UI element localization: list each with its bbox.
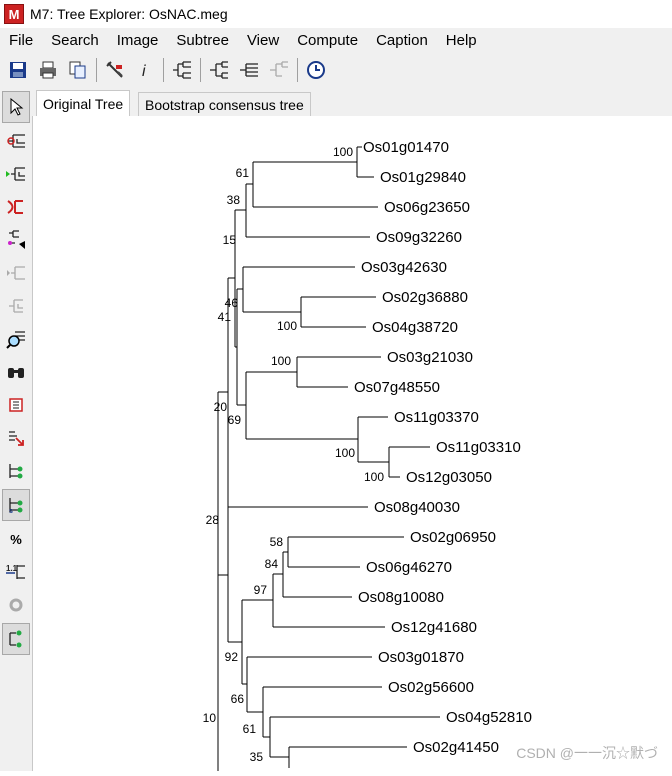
taxon-label[interactable]: Os12g41680	[391, 619, 477, 636]
tree-tabs: Original Tree Bootstrap consensus tree	[32, 88, 672, 117]
collapse-icon-disabled[interactable]	[2, 291, 30, 321]
bootstrap-value: 84	[265, 557, 279, 571]
bootstrap-value: 38	[227, 193, 241, 207]
bootstrap-value: 58	[270, 535, 284, 549]
branch-node-icon[interactable]	[2, 456, 30, 486]
taxon-label[interactable]: Os03g21030	[387, 349, 473, 366]
taxon-label[interactable]: Os11g03310	[436, 439, 521, 456]
taxon-label[interactable]: Os12g03050	[406, 469, 492, 486]
menu-search[interactable]: Search	[42, 32, 108, 49]
taxon-label[interactable]: Os11g03370	[394, 409, 479, 426]
branch-length-icon[interactable]: s	[2, 489, 30, 521]
print-icon[interactable]	[36, 58, 60, 82]
taxon-label[interactable]: Os04g38720	[372, 319, 458, 336]
options-icon[interactable]	[103, 58, 127, 82]
bootstrap-value: 100	[277, 319, 297, 333]
bootstrap-value: 100	[364, 470, 384, 484]
taxon-label[interactable]: Os03g01870	[378, 649, 464, 666]
scale-bar-button[interactable]: 1.1	[2, 557, 30, 587]
taxon-label[interactable]: Os02g36880	[382, 289, 468, 306]
title-bar: M M7: Tree Explorer: OsNAC.meg	[0, 0, 672, 28]
tab-original-tree[interactable]: Original Tree	[36, 90, 131, 117]
bootstrap-value: 41	[218, 310, 232, 324]
tree-layout-icon[interactable]	[170, 58, 194, 82]
bootstrap-value: 46	[225, 296, 239, 310]
menu-help[interactable]: Help	[437, 32, 486, 49]
straight-tree-icon[interactable]	[237, 58, 261, 82]
gear-tree-icon-disabled[interactable]	[2, 590, 30, 620]
svg-text:s: s	[9, 508, 13, 515]
taxon-label[interactable]: Os02g41450	[413, 739, 499, 756]
taxon-label[interactable]: Os01g29840	[380, 169, 466, 186]
bootstrap-value: 100	[335, 446, 355, 460]
bootstrap-value: 92	[225, 650, 239, 664]
zoom-subtree-icon[interactable]	[2, 324, 30, 354]
left-tool-sidebar: s % 1.1	[0, 88, 33, 771]
toolbar-separator	[200, 58, 201, 82]
taxon-label[interactable]: Os02g06950	[410, 529, 496, 546]
svg-text:i: i	[142, 63, 146, 80]
branch-style-icon[interactable]	[2, 623, 30, 655]
menu-subtree[interactable]: Subtree	[167, 32, 238, 49]
toolbar-separator	[297, 58, 298, 82]
menu-compute[interactable]: Compute	[288, 32, 367, 49]
percent-bootstrap-button[interactable]: %	[2, 524, 30, 554]
bootstrap-value: 100	[333, 145, 353, 159]
tree-canvas[interactable]: Os01g01470 Os01g29840 Os06g23650 Os09g32260…	[34, 116, 672, 771]
scale-label: 1.1	[6, 564, 18, 573]
tab-bootstrap-consensus-tree[interactable]: Bootstrap consensus tree	[138, 92, 311, 117]
copy-icon[interactable]	[66, 58, 90, 82]
taxon-label[interactable]: Os08g10080	[358, 589, 444, 606]
flip-subtree-icon[interactable]	[2, 159, 30, 189]
circle-tree-icon-disabled[interactable]	[267, 58, 291, 82]
bootstrap-value: 97	[254, 583, 268, 597]
rectangular-tree-icon[interactable]	[207, 58, 231, 82]
save-icon[interactable]	[6, 58, 30, 82]
binoculars-icon[interactable]	[2, 357, 30, 387]
phylogenetic-tree: Os01g01470 Os01g29840 Os06g23650 Os09g32260…	[203, 139, 532, 771]
mega-app-icon: M	[4, 4, 24, 24]
info-icon[interactable]: i	[133, 58, 157, 82]
clock-icon[interactable]	[304, 58, 328, 82]
percent-label: %	[10, 531, 22, 547]
root-tree-icon[interactable]	[2, 126, 30, 156]
window-title: M7: Tree Explorer: OsNAC.meg	[30, 6, 228, 22]
menu-file[interactable]: File	[0, 32, 42, 49]
fit-window-icon[interactable]	[2, 390, 30, 420]
menu-caption[interactable]: Caption	[367, 32, 437, 49]
resize-tree-icon[interactable]	[2, 423, 30, 453]
bootstrap-value: 20	[214, 400, 228, 414]
bootstrap-value: 10	[203, 711, 217, 725]
bootstrap-value: 61	[236, 166, 250, 180]
taxon-label[interactable]: Os01g01470	[363, 139, 449, 156]
taxon-label[interactable]: Os07g48550	[354, 379, 440, 396]
compress-subtree-icon[interactable]	[2, 192, 30, 222]
toolbar: i	[0, 52, 672, 88]
taxon-label[interactable]: Os03g42630	[361, 259, 447, 276]
watermark: CSDN @一一沉☆默づ	[516, 745, 658, 761]
toolbar-separator	[163, 58, 164, 82]
bootstrap-value: 69	[228, 413, 242, 427]
bootstrap-value: 66	[231, 692, 245, 706]
taxon-label[interactable]: Os06g23650	[384, 199, 470, 216]
bootstrap-value: 15	[223, 233, 237, 247]
subtree-marker-icon[interactable]	[2, 225, 30, 255]
swap-branch-icon-disabled[interactable]	[2, 258, 30, 288]
pointer-icon[interactable]	[2, 91, 30, 123]
taxon-label[interactable]: Os04g52810	[446, 709, 532, 726]
toolbar-separator	[96, 58, 97, 82]
taxon-label[interactable]: Os06g46270	[366, 559, 452, 576]
taxon-label[interactable]: Os08g40030	[374, 499, 460, 516]
bootstrap-value: 100	[271, 354, 291, 368]
menu-view[interactable]: View	[238, 32, 288, 49]
taxon-label[interactable]: Os09g32260	[376, 229, 462, 246]
taxon-label[interactable]: Os02g56600	[388, 679, 474, 696]
menu-bar: File Search Image Subtree View Compute C…	[0, 28, 672, 52]
bootstrap-value: 35	[250, 750, 264, 764]
menu-image[interactable]: Image	[108, 32, 168, 49]
bootstrap-value: 61	[243, 722, 257, 736]
bootstrap-value: 28	[206, 513, 220, 527]
